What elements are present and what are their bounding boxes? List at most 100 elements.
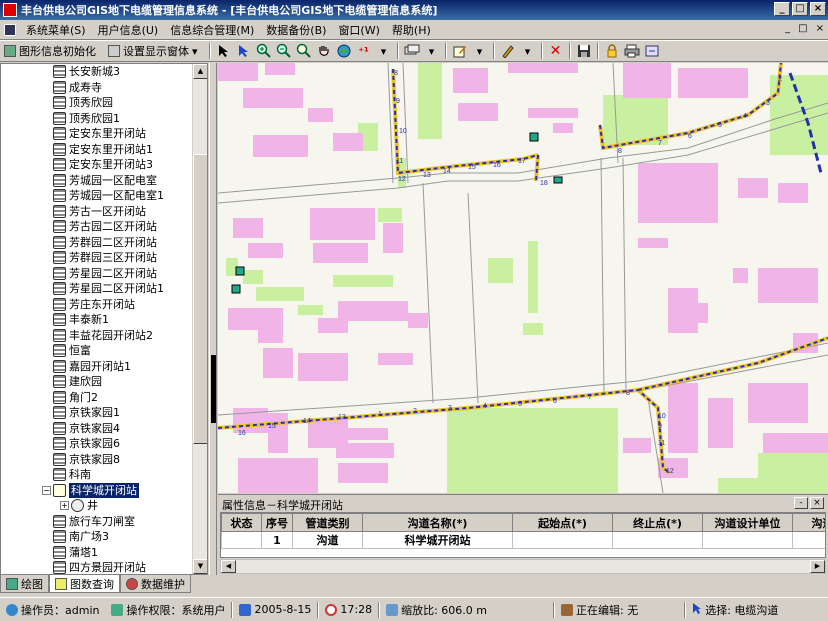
close-button[interactable]: ×	[810, 2, 826, 16]
tree-node[interactable]: 南广场3	[1, 529, 193, 545]
tree-node[interactable]: 顶秀欣园1	[1, 111, 193, 127]
scroll-down-arrow-icon[interactable]: ▼	[193, 559, 207, 574]
table-cell[interactable]: 1	[261, 531, 293, 549]
identify-icon[interactable]: ⁺¹	[356, 43, 372, 59]
panel-splitter[interactable]	[209, 63, 217, 575]
chevron-down-icon[interactable]: ▾	[520, 43, 536, 59]
menu-help[interactable]: 帮助(H)	[386, 22, 437, 38]
tree-node[interactable]: 定安东里开闭站1	[1, 142, 193, 158]
tree-node[interactable]: 恒富	[1, 343, 193, 359]
document-icon[interactable]	[4, 23, 16, 36]
edit-pencil-icon[interactable]	[452, 43, 468, 59]
attribute-hscrollbar[interactable]: ◀ ▶	[220, 559, 826, 574]
init-graphics-button[interactable]: 图形信息初始化	[0, 43, 104, 59]
tree-node[interactable]: 顶秀欣园	[1, 95, 193, 111]
scroll-left-arrow-icon[interactable]: ◀	[221, 560, 236, 573]
tree-node[interactable]: 丰益花园开闭站2	[1, 328, 193, 344]
table-cell[interactable]	[512, 531, 613, 549]
map-canvas[interactable]: 8 9 10 11 12 13 14 15 16 17 18 2 3 4 5 6 7 8 9 8 7 6 5 4 3 2 1 10 11…	[218, 63, 828, 493]
globe-icon[interactable]	[336, 43, 352, 59]
delete-icon[interactable]: ✕	[548, 43, 564, 59]
zoom-out-icon[interactable]	[276, 43, 292, 59]
maximize-button[interactable]: □	[792, 2, 808, 16]
tab-query[interactable]: 图数查询	[49, 575, 120, 593]
tree-node[interactable]: 芳群园二区开闭站	[1, 235, 193, 251]
scroll-thumb[interactable]	[193, 154, 207, 444]
tree-node[interactable]: 旅行车刀闸室	[1, 514, 193, 530]
tree-scrollbar[interactable]: ▲ ▼	[192, 64, 207, 574]
tab-drawing[interactable]: 绘图	[0, 575, 49, 593]
collapse-toggle-icon[interactable]: −	[42, 485, 51, 495]
tree-node[interactable]: 京铁家园4	[1, 421, 193, 437]
export-icon[interactable]	[644, 43, 660, 59]
expand-toggle-icon[interactable]: +	[60, 501, 69, 510]
table-row[interactable]: 1 沟道 科学城开闭站	[221, 531, 825, 549]
attribute-close-button[interactable]: ×	[810, 497, 824, 509]
draw-tool-icon[interactable]	[500, 43, 516, 59]
column-header[interactable]: 状态	[221, 513, 262, 532]
chevron-down-icon[interactable]: ▾	[376, 43, 392, 59]
tree-node[interactable]: 成寿寺	[1, 80, 193, 96]
menu-system[interactable]: 系统菜单(S)	[20, 22, 92, 38]
table-cell[interactable]: 科学城开闭站	[362, 531, 513, 549]
display-settings-button[interactable]: 设置显示窗体 ▾	[104, 43, 206, 59]
tree-node[interactable]: 芳城园一区配电室1	[1, 188, 193, 204]
chevron-down-icon[interactable]: ▾	[424, 43, 440, 59]
layers-icon[interactable]	[404, 43, 420, 59]
menu-info-management[interactable]: 信息综合管理(M)	[164, 22, 260, 38]
mdi-close-button[interactable]: ×	[816, 23, 824, 34]
tree-node[interactable]: 京铁家园6	[1, 436, 193, 452]
tree-node[interactable]: 芳庄东开闭站	[1, 297, 193, 313]
tree-node[interactable]: 芳星园二区开闭站	[1, 266, 193, 282]
tree-node[interactable]: 角门2	[1, 390, 193, 406]
tree-node[interactable]: 定安东里开闭站3	[1, 157, 193, 173]
splitter-grip[interactable]	[211, 355, 216, 423]
print-icon[interactable]	[624, 43, 640, 59]
tree-node[interactable]: 丰泰新1	[1, 312, 193, 328]
table-cell[interactable]	[221, 531, 262, 549]
menu-window[interactable]: 窗口(W)	[332, 22, 385, 38]
chevron-down-icon[interactable]: ▾	[472, 43, 488, 59]
tree-node[interactable]: − 科学城开闭站	[1, 482, 193, 498]
tree-node[interactable]: 蒲塔1	[1, 545, 193, 561]
column-header[interactable]: 沟道设计单位	[702, 513, 793, 532]
pin-button[interactable]: -	[794, 497, 808, 509]
save-icon[interactable]	[576, 43, 592, 59]
tree-node[interactable]: 京铁家园1	[1, 405, 193, 421]
table-cell[interactable]: 沟道	[292, 531, 363, 549]
column-header[interactable]: 沟道名称(*)	[362, 513, 513, 532]
tree-node[interactable]: 长安新城3	[1, 64, 193, 80]
tree-node[interactable]: 四方景园开闭站	[1, 560, 193, 574]
tree-node[interactable]: 芳古一区开闭站	[1, 204, 193, 220]
tree-node[interactable]: 芳城园一区配电室	[1, 173, 193, 189]
scroll-right-arrow-icon[interactable]: ▶	[810, 560, 825, 573]
tree-node[interactable]: 嘉园开闭站1	[1, 359, 193, 375]
tree-node[interactable]: 京铁家园8	[1, 452, 193, 468]
select-blue-arrow-icon[interactable]	[236, 43, 252, 59]
menu-data-backup[interactable]: 数据备份(B)	[260, 22, 332, 38]
tree-node[interactable]: 定安东里开闭站	[1, 126, 193, 142]
menu-user-info[interactable]: 用户信息(U)	[92, 22, 165, 38]
tree-node[interactable]: 芳星园二区开闭站1	[1, 281, 193, 297]
mdi-minimize-button[interactable]: _	[785, 23, 790, 34]
mdi-restore-button[interactable]: □	[798, 23, 807, 34]
column-header[interactable]: 沟道	[792, 513, 825, 532]
column-header[interactable]: 起始点(*)	[512, 513, 613, 532]
table-cell[interactable]	[792, 531, 825, 549]
select-arrow-icon[interactable]	[216, 43, 232, 59]
zoom-in-icon[interactable]	[256, 43, 272, 59]
zoom-extent-icon[interactable]	[296, 43, 312, 59]
column-header[interactable]: 管道类别	[292, 513, 363, 532]
tree-node[interactable]: 建欣园	[1, 374, 193, 390]
table-cell[interactable]	[612, 531, 703, 549]
column-header[interactable]: 序号	[261, 513, 293, 532]
lock-icon[interactable]	[604, 43, 620, 59]
tree-child-node[interactable]: + 井	[1, 498, 193, 514]
tab-maintenance[interactable]: 数据维护	[120, 575, 191, 593]
tree-node[interactable]: 科南	[1, 467, 193, 483]
pan-hand-icon[interactable]	[316, 43, 332, 59]
scroll-up-arrow-icon[interactable]: ▲	[193, 64, 207, 79]
tree-node[interactable]: 芳群园三区开闭站	[1, 250, 193, 266]
tree-node[interactable]: 芳古园二区开闭站	[1, 219, 193, 235]
minimize-button[interactable]: _	[774, 2, 790, 16]
